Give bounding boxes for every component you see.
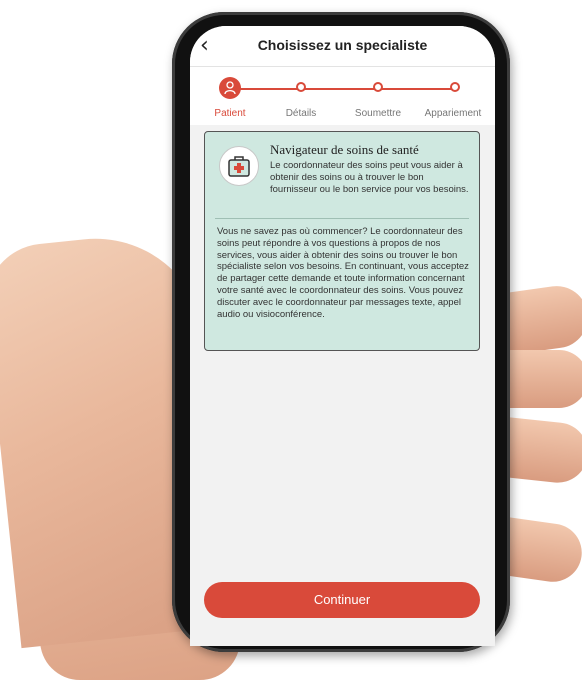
card-body-text: Vous ne savez pas où commencer? Le coord…	[217, 226, 469, 320]
user-icon	[224, 81, 236, 95]
stepper-track	[226, 88, 455, 90]
step-label-details: Détails	[285, 108, 317, 119]
step-node-details[interactable]	[296, 82, 306, 92]
continue-button[interactable]: Continuer	[204, 582, 480, 618]
step-node-match[interactable]	[450, 82, 460, 92]
step-node-patient[interactable]	[219, 77, 241, 99]
card-title: Navigateur de soins de santé	[270, 142, 419, 157]
step-label-patient: Patient	[214, 108, 246, 119]
care-navigator-card[interactable]: Navigateur de soins de santé Le coordonn…	[204, 131, 480, 351]
card-divider	[215, 218, 469, 219]
page-title: Choisissez un specialiste	[257, 37, 428, 53]
progress-stepper: Patient Détails Soumettre Appariement	[190, 67, 495, 125]
phone-screen: ‹ Choisissez un specialiste Patient Déta…	[190, 26, 495, 646]
first-aid-kit-icon	[219, 146, 259, 186]
step-label-submit: Soumettre	[354, 108, 402, 119]
card-lead-text: Le coordonnateur des soins peut vous aid…	[270, 160, 469, 195]
step-label-match: Appariement	[424, 108, 482, 119]
step-node-submit[interactable]	[373, 82, 383, 92]
top-bar: ‹ Choisissez un specialiste	[190, 26, 495, 67]
